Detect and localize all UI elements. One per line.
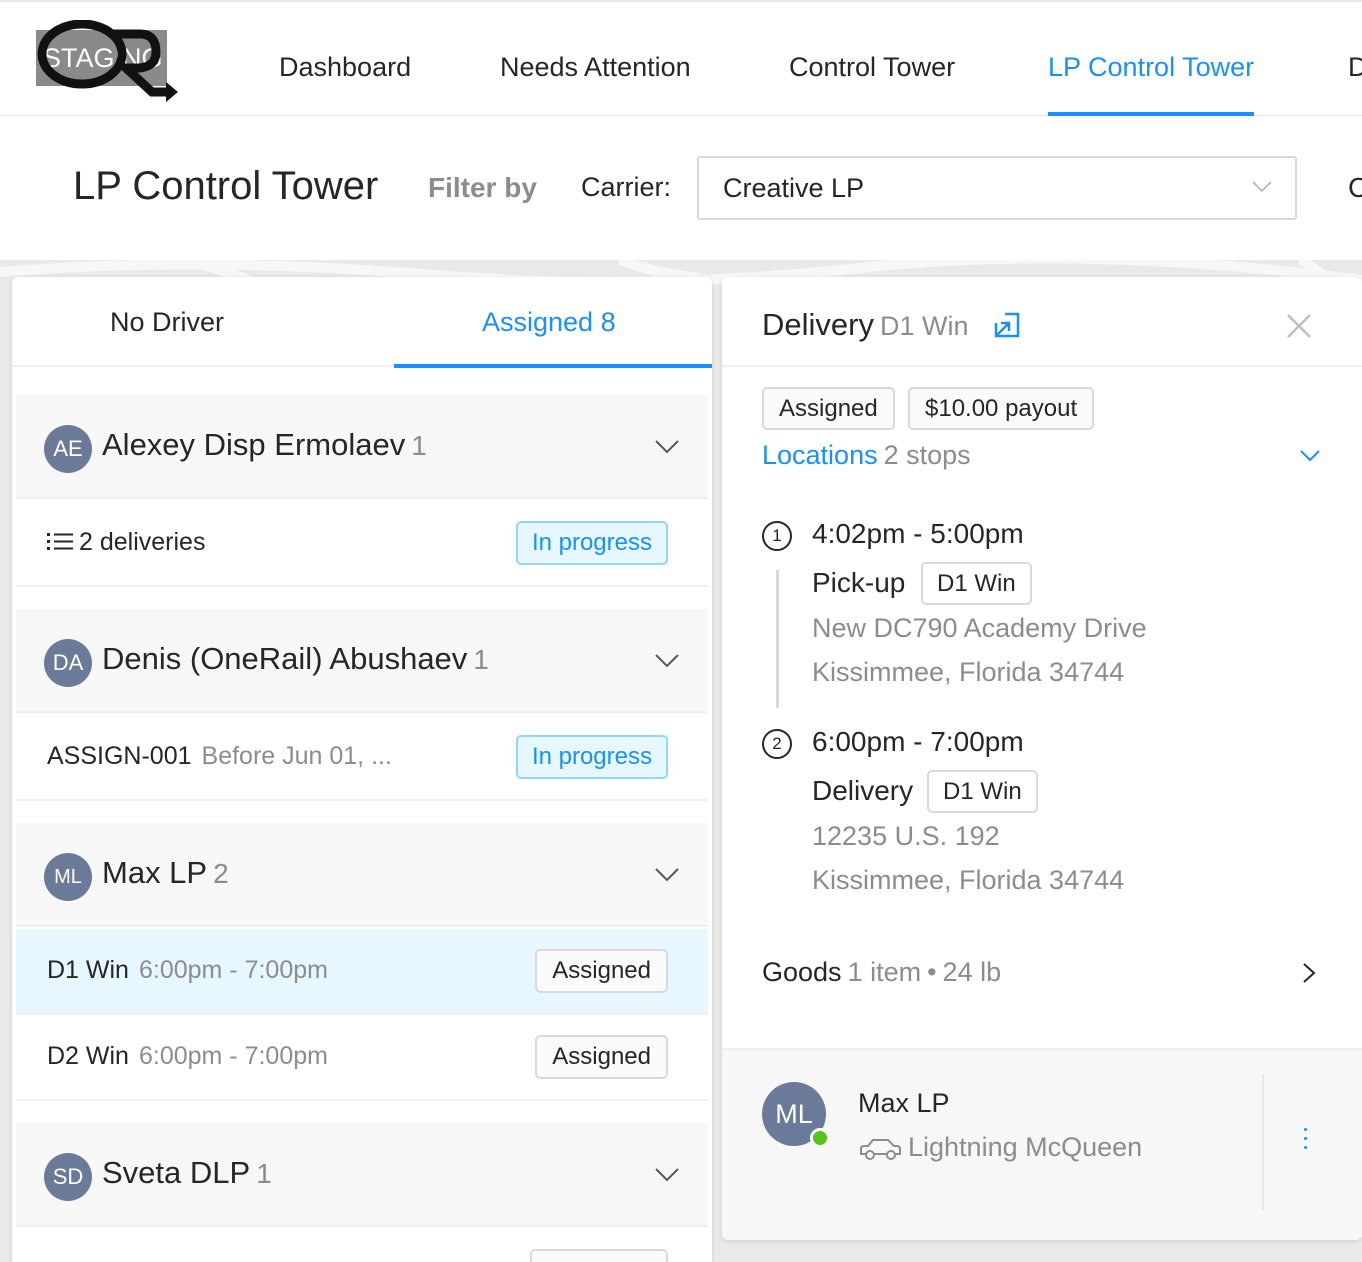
top-nav: STAGING Dashboard Needs Attention Contro…	[0, 0, 1362, 116]
driver-vehicle: Lightning McQueen	[858, 1132, 1142, 1163]
tab-no-driver[interactable]: No Driver	[110, 307, 224, 338]
clipped-filter-label: C	[1348, 172, 1362, 203]
delivery-detail-panel: Delivery D1 Win Assigned $10.00 payout Lo…	[722, 277, 1362, 1240]
detail-subtitle: D1 Win	[879, 311, 969, 341]
payout-tag: $10.00 payout	[908, 387, 1095, 430]
goods-items: 1 item	[847, 957, 922, 987]
status-tag: Assigned	[762, 387, 895, 430]
stop-tag: D1 Win	[921, 562, 1032, 605]
driver-tabs: No Driver Assigned 8	[12, 277, 712, 368]
driver-name: Max LP	[858, 1088, 950, 1118]
status-badge	[530, 1249, 668, 1262]
stop-address-line1: 12235 U.S. 192	[812, 821, 1000, 851]
stop-tag: D1 Win	[927, 770, 1038, 813]
stop-address-line2: Kissimmee, Florida 34744	[812, 865, 1125, 895]
driver-delivery-count: 1	[256, 1158, 272, 1189]
carrier-select-value: Creative LP	[723, 173, 865, 203]
detail-title: Delivery D1 Win	[762, 307, 969, 342]
goods-summary[interactable]: Goods 1 item • 24 lb	[762, 957, 1001, 988]
stop-time: 4:02pm - 5:00pm	[812, 518, 1024, 549]
chevron-down-icon	[1252, 181, 1272, 193]
row-title: D2 Win 6:00pm - 7:00pm	[47, 1042, 328, 1070]
goods-weight: 24 lb	[942, 957, 1002, 987]
locations-count: 2 stops	[883, 440, 971, 470]
driver-group-header[interactable]: DA Denis (OneRail) Abushaev 1	[16, 609, 708, 713]
carrier-select[interactable]: Creative LP	[697, 156, 1297, 220]
chevron-right-icon[interactable]	[1302, 962, 1316, 984]
locations-toggle[interactable]: Locations 2 stops	[762, 440, 971, 471]
list-item[interactable]	[16, 1229, 708, 1262]
nav-clipped-item[interactable]: D	[1348, 52, 1362, 83]
page-header: LP Control Tower Filter by Carrier: Crea…	[0, 116, 1362, 260]
list-item[interactable]: 2 deliveries In progress	[16, 501, 708, 587]
page-title: LP Control Tower	[73, 164, 379, 208]
avatar: SD	[44, 1153, 92, 1201]
chevron-down-icon[interactable]	[654, 867, 680, 883]
list-item[interactable]: D2 Win 6:00pm - 7:00pm Assigned	[16, 1015, 708, 1101]
stop-address-line2: Kissimmee, Florida 34744	[812, 657, 1125, 687]
row-title: ASSIGN-001 Before Jun 01, ...	[47, 742, 392, 770]
filter-by-label: Filter by	[428, 172, 537, 203]
detail-header: Delivery D1 Win	[722, 277, 1362, 367]
car-icon	[860, 1138, 901, 1160]
driver-name: Max LP 2	[102, 855, 229, 890]
stop-type: Pick-up	[812, 567, 906, 598]
stop-type: Delivery	[812, 775, 914, 806]
driver-group-header[interactable]: ML Max LP 2	[16, 823, 708, 927]
driver-delivery-count: 1	[411, 430, 427, 461]
nav-needs-attention[interactable]: Needs Attention	[500, 52, 691, 83]
nav-control-tower[interactable]: Control Tower	[789, 52, 955, 83]
chevron-down-icon[interactable]	[654, 1167, 680, 1183]
status-badge: In progress	[515, 521, 668, 565]
driver-name: Sveta DLP 1	[102, 1155, 272, 1190]
row-meta: 6:00pm - 7:00pm	[138, 1042, 328, 1070]
onerail-logo-icon	[37, 20, 178, 102]
divider	[1262, 1074, 1264, 1210]
nav-lp-control-tower[interactable]: LP Control Tower	[1048, 52, 1255, 116]
driver-name: Alexey Disp Ermolaev 1	[102, 427, 427, 462]
drivers-panel: No Driver Assigned 8 AE Alexey Disp Ermo…	[12, 277, 712, 1262]
nav-dashboard[interactable]: Dashboard	[279, 52, 411, 83]
stop-address-line1: New DC790 Academy Drive	[812, 613, 1147, 643]
list-icon	[47, 533, 73, 550]
stop-connector	[776, 570, 779, 708]
avatar: DA	[44, 639, 92, 687]
open-external-icon[interactable]	[993, 311, 1021, 339]
driver-group-header[interactable]: SD Sveta DLP 1	[16, 1123, 708, 1227]
goods-separator: •	[927, 957, 937, 987]
stop-number: 2	[762, 729, 792, 759]
stop-number: 1	[762, 521, 792, 551]
chevron-down-icon[interactable]	[1299, 449, 1321, 463]
stop-time: 6:00pm - 7:00pm	[812, 726, 1024, 757]
row-title: D1 Win 6:00pm - 7:00pm	[47, 956, 328, 984]
driver-group-header[interactable]: AE Alexey Disp Ermolaev 1	[16, 395, 708, 499]
close-icon[interactable]	[1286, 313, 1312, 339]
tab-assigned[interactable]: Assigned 8	[482, 307, 616, 338]
driver-name: Denis (OneRail) Abushaev 1	[102, 641, 489, 676]
row-title: 2 deliveries	[47, 528, 205, 557]
driver-delivery-count: 1	[473, 644, 489, 675]
row-meta: Before Jun 01, ...	[201, 742, 392, 770]
row-meta: 6:00pm - 7:00pm	[138, 956, 328, 984]
assigned-driver-card: ML Max LP Lightning McQueen	[722, 1048, 1362, 1240]
chevron-down-icon[interactable]	[654, 653, 680, 669]
status-badge: In progress	[515, 735, 668, 779]
chevron-down-icon[interactable]	[654, 439, 680, 455]
online-status-dot	[810, 1128, 830, 1148]
active-tab-indicator	[394, 364, 712, 368]
more-options-icon[interactable]	[1304, 1128, 1310, 1155]
list-item[interactable]: D1 Win 6:00pm - 7:00pm Assigned	[16, 929, 708, 1015]
list-item[interactable]: ASSIGN-001 Before Jun 01, ... In progress	[16, 715, 708, 801]
status-badge: Assigned	[535, 1035, 668, 1079]
avatar: ML	[44, 853, 92, 901]
avatar: AE	[44, 425, 92, 473]
driver-delivery-count: 2	[213, 858, 229, 889]
status-badge: Assigned	[535, 949, 668, 993]
carrier-label: Carrier:	[581, 172, 672, 202]
app-logo[interactable]: STAGING	[36, 20, 182, 104]
